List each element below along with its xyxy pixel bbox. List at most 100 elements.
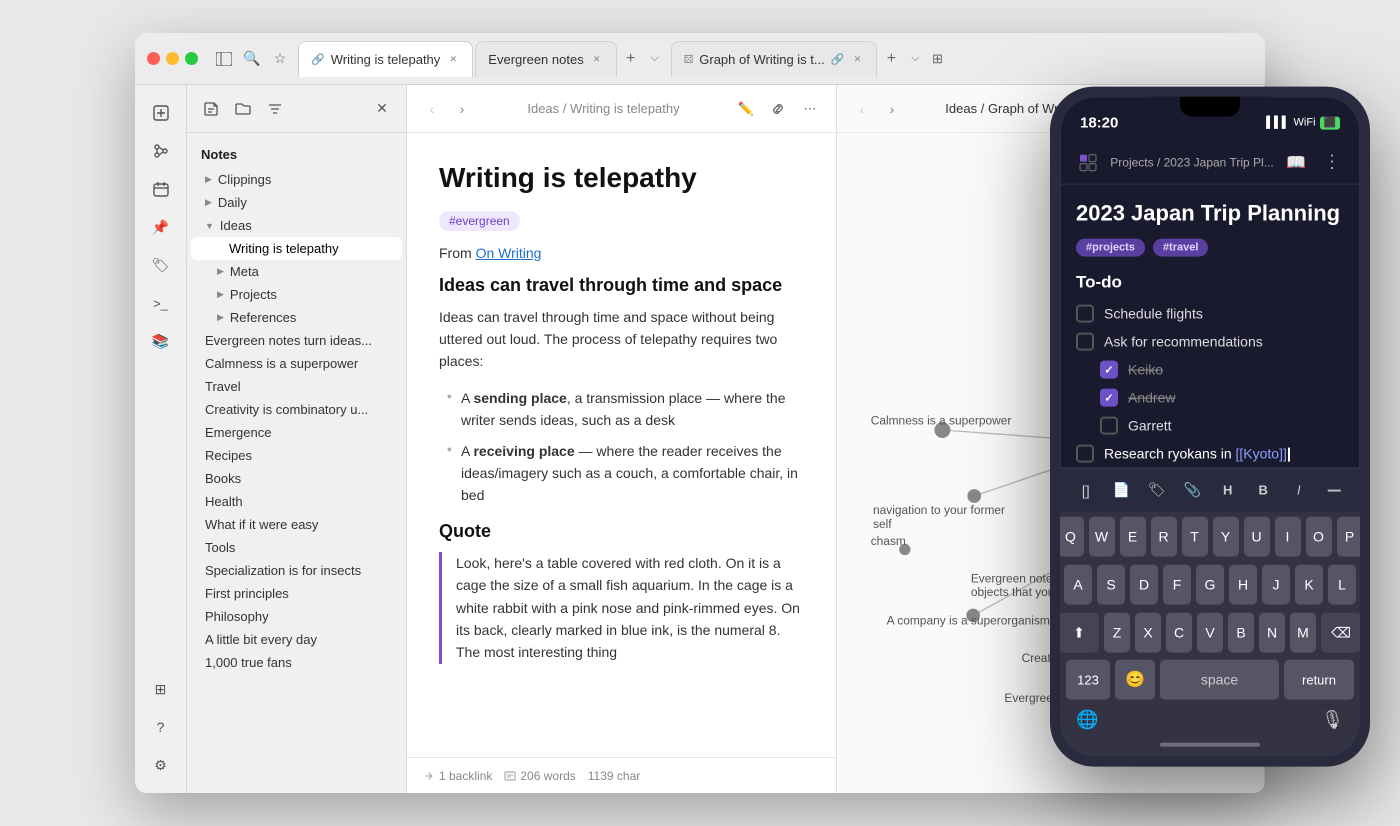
checkbox-keiko[interactable] [1100,361,1118,379]
sidebar-item-1000-fans[interactable]: 1,000 true fans [191,651,402,674]
key-v[interactable]: V [1197,613,1223,653]
key-m[interactable]: M [1290,613,1316,653]
key-f[interactable]: F [1163,565,1191,605]
key-i[interactable]: I [1275,517,1301,557]
checklist-item-flights[interactable]: Schedule flights [1076,305,1344,323]
sidebar-item-meta[interactable]: ▶ Meta [191,260,402,283]
phone-book-icon[interactable]: 📖 [1282,148,1310,176]
key-return[interactable]: return [1284,660,1354,700]
checklist-item-andrew[interactable]: Andrew [1076,389,1344,407]
new-tab-button[interactable]: + [619,47,643,71]
toolbar-attach[interactable]: 📎 [1176,474,1208,506]
key-b[interactable]: B [1228,613,1254,653]
key-shift[interactable]: ⬆ [1059,613,1099,653]
key-c[interactable]: C [1166,613,1192,653]
key-l[interactable]: L [1328,565,1356,605]
tab-graph[interactable]: ⚄ Graph of Writing is t... 🔗 ✕ [671,41,878,77]
checklist-item-ryokans[interactable]: Research ryokans in [[Kyoto]] [1076,445,1344,463]
checkbox-ryokans[interactable] [1076,445,1094,463]
graph-back-button[interactable]: ‹ [851,98,873,120]
globe-icon[interactable]: 🌐 [1076,710,1098,731]
key-y[interactable]: Y [1213,517,1239,557]
branch-icon[interactable] [145,135,177,167]
key-q[interactable]: Q [1058,517,1084,557]
tab-close-1[interactable]: ✕ [446,52,460,66]
checklist-item-recommendations[interactable]: Ask for recommendations [1076,333,1344,351]
checklist-item-keiko[interactable]: Keiko [1076,361,1344,379]
toolbar-brackets[interactable]: [] [1070,474,1102,506]
tab-evergreen-notes[interactable]: Evergreen notes ✕ [475,41,616,77]
toolbar-italic[interactable]: I [1283,474,1315,506]
key-j[interactable]: J [1262,565,1290,605]
sidebar-item-creativity[interactable]: Creativity is combinatory u... [191,398,402,421]
sidebar-item-recipes[interactable]: Recipes [191,444,402,467]
key-delete[interactable]: ⌫ [1321,613,1361,653]
on-writing-link[interactable]: On Writing [476,245,542,261]
tabs-chevron-2-icon[interactable]: ⌵ [905,49,925,69]
folder-icon[interactable] [231,97,255,121]
sidebar-toggle-icon[interactable] [214,49,234,69]
sidebar-item-tools[interactable]: Tools [191,536,402,559]
toolbar-tag[interactable]: 🏷 [1141,474,1173,506]
key-h[interactable]: H [1229,565,1257,605]
link-icon[interactable] [766,97,790,121]
toolbar-file[interactable]: 📄 [1105,474,1137,506]
checkbox-recommendations[interactable] [1076,333,1094,351]
help-icon[interactable]: ? [145,711,177,743]
tabs-chevron-icon[interactable]: ⌵ [645,49,665,69]
evergreen-tag[interactable]: #evergreen [439,211,520,231]
sidebar-item-travel[interactable]: Travel [191,375,402,398]
maximize-button[interactable] [185,52,198,65]
key-a[interactable]: A [1064,565,1092,605]
edit-icon[interactable]: ✏️ [734,97,758,121]
key-space[interactable]: space [1160,660,1279,700]
sidebar-item-clippings[interactable]: ▶ Clippings [191,168,402,191]
key-w[interactable]: W [1089,517,1115,557]
terminal-icon[interactable]: >_ [145,287,177,319]
key-z[interactable]: Z [1104,613,1130,653]
toolbar-strikethrough[interactable]: — [1318,474,1350,506]
sidebar-item-little-bit[interactable]: A little bit every day [191,628,402,651]
close-button[interactable] [147,52,160,65]
new-note-button[interactable] [199,97,223,121]
key-t[interactable]: T [1182,517,1208,557]
key-g[interactable]: G [1196,565,1224,605]
star-icon[interactable]: ☆ [270,49,290,69]
key-r[interactable]: R [1151,517,1177,557]
tag-icon[interactable]: 🏷 [145,249,177,281]
key-numbers[interactable]: 123 [1066,660,1110,700]
mic-icon[interactable]: 🎙 [1321,710,1344,731]
toolbar-heading[interactable]: H [1212,474,1244,506]
search-icon[interactable]: 🔍 [242,49,262,69]
key-n[interactable]: N [1259,613,1285,653]
new-note-icon[interactable] [145,97,177,129]
checkbox-andrew[interactable] [1100,389,1118,407]
key-k[interactable]: K [1295,565,1323,605]
sidebar-item-books[interactable]: Books [191,467,402,490]
sidebar-item-health[interactable]: Health [191,490,402,513]
sidebar-item-calmness[interactable]: Calmness is a superpower [191,352,402,375]
tab-writing-telepathy[interactable]: 🔗 Writing is telepathy ✕ [298,41,473,77]
key-e[interactable]: E [1120,517,1146,557]
back-button[interactable]: ‹ [421,98,443,120]
phone-tag-projects[interactable]: #projects [1076,239,1145,257]
phone-more-icon[interactable]: ⋮ [1318,148,1346,176]
backlinks-count[interactable]: 1 backlink [423,769,492,783]
sidebar-item-projects[interactable]: ▶ Projects [191,283,402,306]
sort-icon[interactable] [263,97,287,121]
forward-button[interactable]: › [451,98,473,120]
tab-close-3[interactable]: ✕ [850,52,864,66]
sidebar-item-first-principles[interactable]: First principles [191,582,402,605]
window-layout-icon[interactable]: ⊞ [927,49,947,69]
key-o[interactable]: O [1306,517,1332,557]
checkbox-flights[interactable] [1076,305,1094,323]
sidebar-item-what-easy[interactable]: What if it were easy [191,513,402,536]
sidebar-item-specialization[interactable]: Specialization is for insects [191,559,402,582]
graph-forward-button[interactable]: › [881,98,903,120]
checkbox-garrett[interactable] [1100,417,1118,435]
sidebar-item-daily[interactable]: ▶ Daily [191,191,402,214]
settings-icon[interactable]: ⚙ [145,749,177,781]
close-sidebar-icon[interactable]: ✕ [370,97,394,121]
sidebar-item-emergence[interactable]: Emergence [191,421,402,444]
phone-grid-icon[interactable] [1074,148,1102,176]
